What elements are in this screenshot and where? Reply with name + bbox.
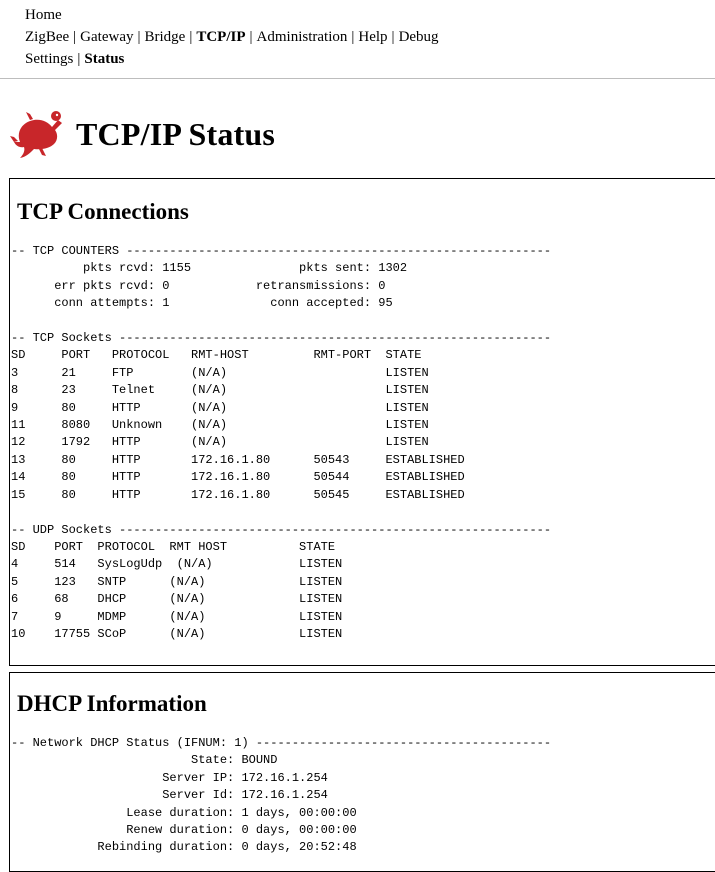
nav-link-bridge[interactable]: Bridge (145, 29, 186, 45)
nav-separator: | (249, 29, 253, 45)
nav-row-home: Home (25, 4, 439, 26)
nav-link-status[interactable]: Status (84, 51, 124, 67)
tcp-connections-heading: TCP Connections (17, 199, 189, 224)
top-navigation: Home ZigBee | Gateway | Bridge | TCP/IP | Admini… (25, 4, 439, 70)
dhcp-status-output: -- Network DHCP Status (IFNUM: 1) ------… (11, 736, 552, 855)
nav-divider (0, 78, 715, 79)
nav-link-tcpip[interactable]: TCP/IP (196, 29, 245, 45)
nav-separator: | (73, 29, 77, 45)
page-title: TCP/IP Status (76, 115, 276, 152)
page-header: TCP/IP Status (8, 108, 275, 160)
nav-separator: | (351, 29, 355, 45)
red-lizard-logo-icon (10, 111, 62, 158)
nav-link-help[interactable]: Help (358, 29, 387, 45)
tcp-connections-output: -- TCP COUNTERS ------------------------… (11, 244, 552, 641)
nav-link-debug[interactable]: Debug (399, 29, 439, 45)
nav-link-home[interactable]: Home (25, 7, 62, 23)
nav-separator: | (137, 29, 141, 45)
nav-row-subsections: Settings | Status (25, 48, 439, 70)
nav-link-gateway[interactable]: Gateway (80, 29, 133, 45)
dhcp-information-heading: DHCP Information (17, 691, 207, 716)
dhcp-information-panel: DHCP Information -- Network DHCP Status … (9, 672, 715, 872)
tcp-connections-panel: TCP Connections -- TCP COUNTERS --------… (9, 178, 715, 666)
nav-link-administration[interactable]: Administration (257, 29, 348, 45)
nav-separator: | (189, 29, 193, 45)
nav-link-zigbee[interactable]: ZigBee (25, 29, 69, 45)
nav-separator: | (391, 29, 395, 45)
nav-row-sections: ZigBee | Gateway | Bridge | TCP/IP | Administrat… (25, 26, 439, 48)
nav-separator: | (77, 51, 81, 67)
nav-link-settings[interactable]: Settings (25, 51, 73, 67)
